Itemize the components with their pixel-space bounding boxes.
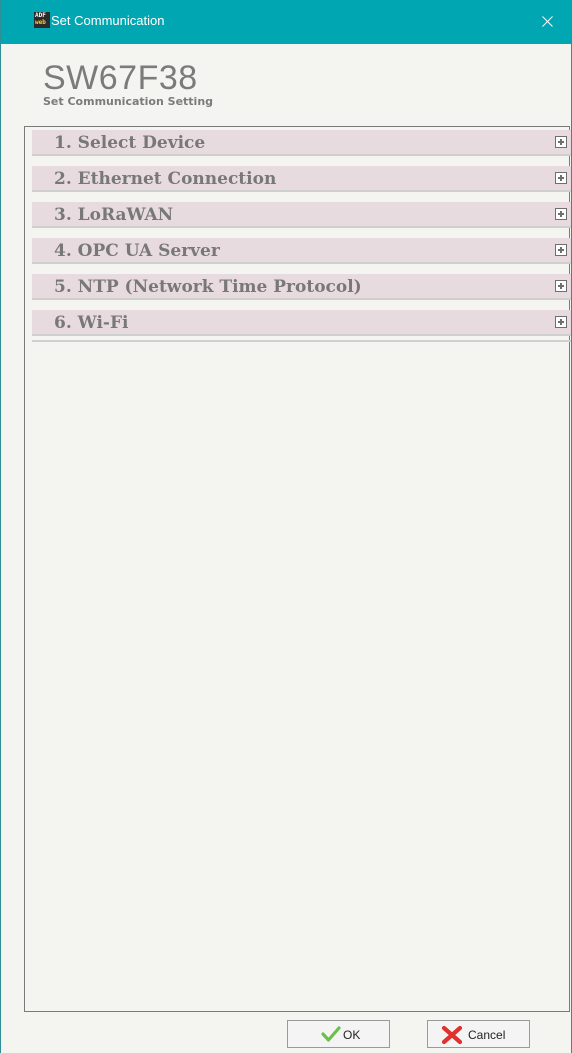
close-icon <box>542 16 553 27</box>
cancel-label: Cancel <box>468 1028 506 1042</box>
settings-panel: 1. Select Device 2. Ethernet Connection … <box>24 126 571 1011</box>
section-wifi[interactable]: 6. Wi-Fi <box>32 310 571 336</box>
section-label: 1. Select Device <box>54 133 206 153</box>
title-bar: ADF web Set Communication <box>1 0 571 44</box>
expand-icon[interactable] <box>555 244 567 256</box>
app-icon-bottom-text: web <box>35 19 46 26</box>
section-label: 3. LoRaWAN <box>54 205 174 225</box>
section-lorawan[interactable]: 3. LoRaWAN <box>32 202 571 228</box>
window-title: Set Communication <box>51 13 165 28</box>
close-button[interactable] <box>523 0 571 44</box>
section-label: 4. OPC UA Server <box>54 241 220 261</box>
section-ntp[interactable]: 5. NTP (Network Time Protocol) <box>32 274 571 300</box>
product-name: SW67F38 <box>43 59 198 97</box>
section-label: 2. Ethernet Connection <box>54 169 277 189</box>
cancel-button[interactable]: Cancel <box>427 1020 530 1048</box>
page-subtitle: Set Communication Setting <box>43 95 214 108</box>
section-opc-ua-server[interactable]: 4. OPC UA Server <box>32 238 571 264</box>
set-communication-window: ADF web Set Communication SW67F38 Set Co… <box>0 0 572 1053</box>
section-select-device[interactable]: 1. Select Device <box>32 130 571 156</box>
app-icon: ADF web <box>34 12 50 28</box>
section-ethernet-connection[interactable]: 2. Ethernet Connection <box>32 166 571 192</box>
expand-icon[interactable] <box>555 280 567 292</box>
divider <box>32 340 571 342</box>
expand-icon[interactable] <box>555 208 567 220</box>
expand-icon[interactable] <box>555 316 567 328</box>
ok-label: OK <box>343 1028 361 1042</box>
expand-icon[interactable] <box>555 136 567 148</box>
ok-button[interactable]: OK <box>287 1020 390 1048</box>
section-label: 5. NTP (Network Time Protocol) <box>54 277 362 297</box>
footer-bar: OK Cancel <box>24 1011 570 1053</box>
cancel-x-icon <box>441 1025 463 1045</box>
check-icon <box>321 1026 341 1042</box>
expand-icon[interactable] <box>555 172 567 184</box>
section-label: 6. Wi-Fi <box>54 313 129 333</box>
header: SW67F38 Set Communication Setting <box>24 44 570 126</box>
